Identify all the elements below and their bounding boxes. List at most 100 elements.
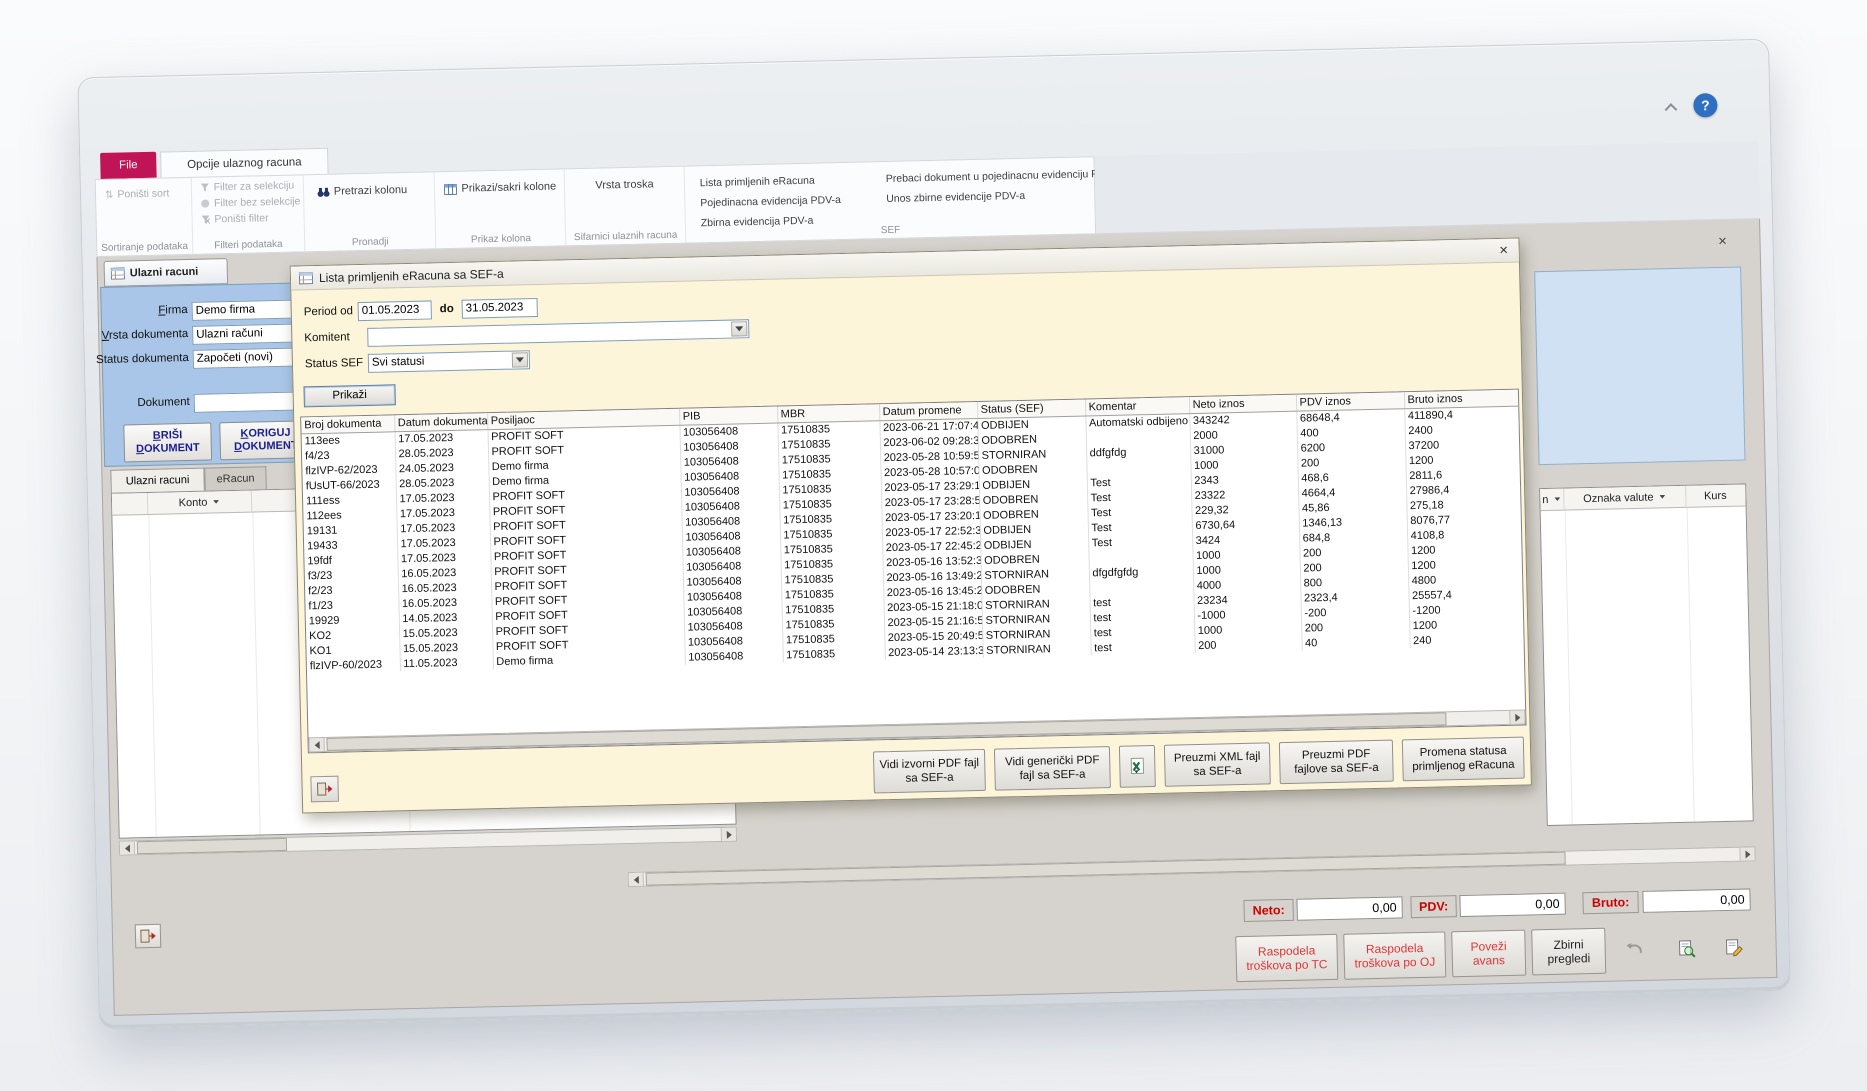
collapse-ribbon-icon[interactable] bbox=[1665, 104, 1677, 112]
excel-icon bbox=[1128, 757, 1146, 775]
grid-cell: 40 bbox=[1301, 633, 1409, 650]
form-scroll-right-icon[interactable] bbox=[1739, 847, 1754, 860]
period-to-field[interactable]: 31.05.2023 bbox=[462, 298, 538, 319]
vrsta-troska-button[interactable]: Vrsta troska bbox=[565, 177, 684, 194]
bruto-label: Bruto: bbox=[1582, 891, 1638, 914]
sort-icon: ⇅ bbox=[105, 189, 114, 200]
grid-cell: Demo firma bbox=[493, 650, 685, 669]
brisi-dokument-button[interactable]: BRIŠI DOKUMENT bbox=[123, 422, 212, 462]
prikazi-sakri-kolone-button[interactable]: Prikazi/sakri kolone bbox=[441, 179, 564, 196]
konto-sort-icon[interactable] bbox=[214, 500, 220, 504]
status-sef-dropdown-icon[interactable] bbox=[512, 352, 528, 367]
document-magnifier-icon bbox=[1677, 940, 1695, 958]
clipped-column-header[interactable]: n bbox=[1540, 489, 1564, 511]
export-excel-button[interactable] bbox=[1119, 745, 1156, 788]
grid-cell: 11.05.2023 bbox=[400, 654, 493, 671]
ribbon-group-sef: Lista primljenih eRacuna Pojedinacna evi… bbox=[684, 157, 1095, 242]
form-close-icon[interactable]: × bbox=[1713, 233, 1731, 251]
scroll-right-icon[interactable] bbox=[721, 828, 736, 841]
undo-icon bbox=[1626, 943, 1644, 957]
pretrazi-kolonu-button[interactable]: Pretrazi kolonu bbox=[314, 182, 435, 199]
dialog-close-icon[interactable]: × bbox=[1494, 242, 1512, 260]
komitent-combo[interactable] bbox=[367, 319, 749, 347]
do-label: do bbox=[440, 303, 454, 315]
form-scroll-left-icon[interactable] bbox=[629, 873, 644, 886]
status-dokumenta-label: Status dokumenta bbox=[96, 352, 189, 366]
exit-record-button[interactable] bbox=[135, 924, 162, 949]
group-label-sifarnici: Sifarnici ulaznih racuna bbox=[566, 230, 685, 244]
subtab-eracun[interactable]: eRacun bbox=[204, 466, 267, 490]
pretrazi-kolonu-label: Pretrazi kolonu bbox=[334, 184, 408, 198]
left-grid-scroll-thumb[interactable] bbox=[137, 838, 287, 854]
subtab-ulazni-racuni[interactable]: Ulazni racuni bbox=[110, 468, 205, 493]
clipped-header-label: n bbox=[1542, 493, 1548, 505]
zbirni-pregledi-button[interactable]: Zbirni pregledi bbox=[1531, 928, 1606, 976]
firma-field[interactable]: Demo firma bbox=[192, 299, 298, 320]
povezi-avans-button[interactable]: Poveži avans bbox=[1451, 930, 1526, 978]
edit-document-button[interactable] bbox=[1713, 927, 1754, 968]
grid-cell: test bbox=[1090, 638, 1194, 655]
dokument-label: Dokument bbox=[137, 396, 190, 409]
status-sef-combo[interactable]: Svi statusi bbox=[368, 350, 530, 373]
ponisti-filter-label: Poništi filter bbox=[214, 212, 269, 225]
ribbon-group-prikaz-kolona: Prikazi/sakri kolone Prikaz kolona bbox=[435, 169, 566, 248]
period-from-field[interactable]: 01.05.2023 bbox=[358, 300, 432, 321]
undo-button bbox=[1615, 930, 1654, 971]
dokument-field[interactable] bbox=[194, 391, 300, 412]
konto-header-label: Konto bbox=[179, 496, 208, 509]
help-icon[interactable]: ? bbox=[1693, 93, 1718, 118]
lista-primljenih-eracuna-label: Lista primljenih eRacuna bbox=[700, 175, 815, 190]
promena-statusa-button[interactable]: Promena statusa primljenog eRacuna bbox=[1402, 737, 1525, 782]
prikazi-sakri-kolone-label: Prikazi/sakri kolone bbox=[461, 181, 556, 195]
form-horizontal-scrollbar[interactable] bbox=[628, 846, 1756, 887]
ponisti-filter-button: Poništi filter bbox=[197, 210, 303, 226]
group-label-prikaz-kolona: Prikaz kolona bbox=[437, 232, 566, 246]
exit-door-icon bbox=[140, 929, 156, 943]
funnel-icon bbox=[200, 182, 210, 192]
clipped-sort-icon[interactable] bbox=[1555, 497, 1561, 501]
oznaka-valute-column-header[interactable]: Oznaka valute bbox=[1564, 486, 1686, 510]
document-tab-ulazni-racuni[interactable]: Ulazni racuni bbox=[104, 258, 229, 287]
group-label-filteri: Filteri podataka bbox=[193, 238, 304, 252]
grid-cell: 17510835 bbox=[783, 645, 885, 662]
oznaka-valute-sort-icon[interactable] bbox=[1660, 495, 1666, 499]
brisi-line2: DOKUMENT bbox=[125, 442, 211, 457]
form-scroll-thumb[interactable] bbox=[646, 852, 1566, 886]
group-label-pronadji: Pronadji bbox=[305, 235, 436, 249]
row-selector-header[interactable] bbox=[112, 493, 148, 515]
kurs-column-header[interactable]: Kurs bbox=[1686, 484, 1744, 506]
app-window: ? File Opcije ulaznog racuna ⇅ Poništi s… bbox=[77, 39, 1790, 1029]
raspodela-troskova-oj-button[interactable]: Raspodela troškova po OJ bbox=[1343, 931, 1446, 979]
vidi-genericki-pdf-button[interactable]: Vidi generički PDF fajl sa SEF-a bbox=[994, 746, 1111, 791]
ponisti-sort-label: Poništi sort bbox=[117, 187, 169, 200]
group-label-sortiranje: Sortiranje podataka bbox=[97, 241, 192, 254]
bruto-value: 0,00 bbox=[1642, 888, 1750, 912]
lista-primljenih-eracuna-button[interactable]: Lista primljenih eRacuna bbox=[697, 172, 875, 190]
dialog-exit-button[interactable] bbox=[310, 776, 339, 803]
valuta-grid-body[interactable] bbox=[1541, 506, 1753, 825]
preuzmi-pdf-button[interactable]: Preuzmi PDF fajlove sa SEF-a bbox=[1279, 740, 1394, 785]
scroll-left-icon[interactable] bbox=[120, 841, 135, 854]
unos-zbirne-evidencije-button[interactable]: Unos zbirne evidencije PDV-a bbox=[883, 187, 1113, 206]
vrsta-dokumenta-field[interactable]: Ulazni računi bbox=[192, 323, 298, 344]
prebaci-dokument-label: Prebaci dokument u pojedinacnu evidencij… bbox=[886, 168, 1122, 185]
vidi-izvorni-pdf-button[interactable]: Vidi izvorni PDF fajl sa SEF-a bbox=[873, 749, 986, 794]
preview-document-button[interactable] bbox=[1665, 928, 1708, 969]
grid-cell: 103056408 bbox=[685, 647, 783, 664]
dialog-scroll-left-icon[interactable] bbox=[310, 738, 325, 751]
pojedinacna-evidencija-pdv-button[interactable]: Pojedinacna evidencija PDV-a bbox=[697, 192, 875, 210]
tab-file[interactable]: File bbox=[100, 152, 157, 180]
prikazi-button[interactable]: Prikaži bbox=[303, 384, 395, 407]
kurs-header-label: Kurs bbox=[1704, 489, 1727, 502]
vrsta-troska-label: Vrsta troska bbox=[595, 178, 654, 191]
preuzmi-xml-button[interactable]: Preuzmi XML fajl sa SEF-a bbox=[1164, 742, 1271, 786]
ponisti-sort-button: ⇅ Poništi sort bbox=[102, 186, 191, 202]
pdv-value: 0,00 bbox=[1459, 893, 1565, 917]
document-tab-label: Ulazni racuni bbox=[130, 266, 199, 280]
konto-column-header[interactable]: Konto bbox=[148, 491, 252, 514]
komitent-dropdown-icon[interactable] bbox=[731, 321, 747, 336]
dialog-scroll-right-icon[interactable] bbox=[1509, 711, 1524, 724]
status-dokumenta-field[interactable]: Započeti (novi) bbox=[193, 347, 299, 368]
raspodela-troskova-tc-button[interactable]: Raspodela troškova po TC bbox=[1235, 934, 1338, 982]
prebaci-dokument-button[interactable]: Prebaci dokument u pojedinacnu evidencij… bbox=[883, 167, 1113, 186]
